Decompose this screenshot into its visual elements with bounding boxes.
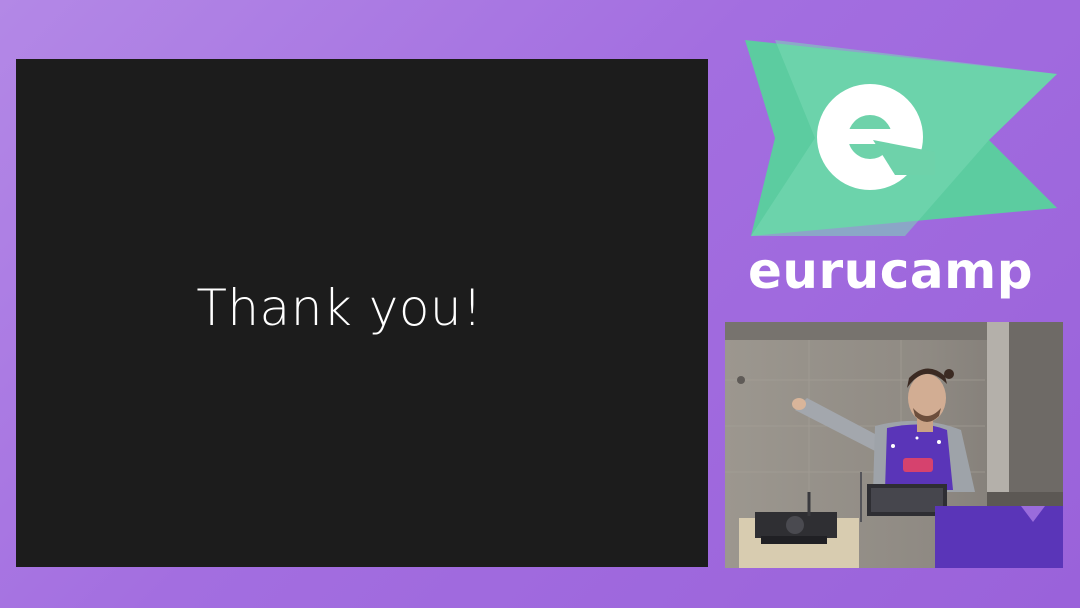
slide-text: Thank you!: [196, 279, 483, 337]
speaker-camera-feed: [725, 322, 1063, 568]
eurucamp-logo-flag: [745, 40, 1057, 236]
presentation-slide: Thank you!: [16, 59, 708, 567]
brand-name: eurucamp: [748, 242, 1034, 300]
